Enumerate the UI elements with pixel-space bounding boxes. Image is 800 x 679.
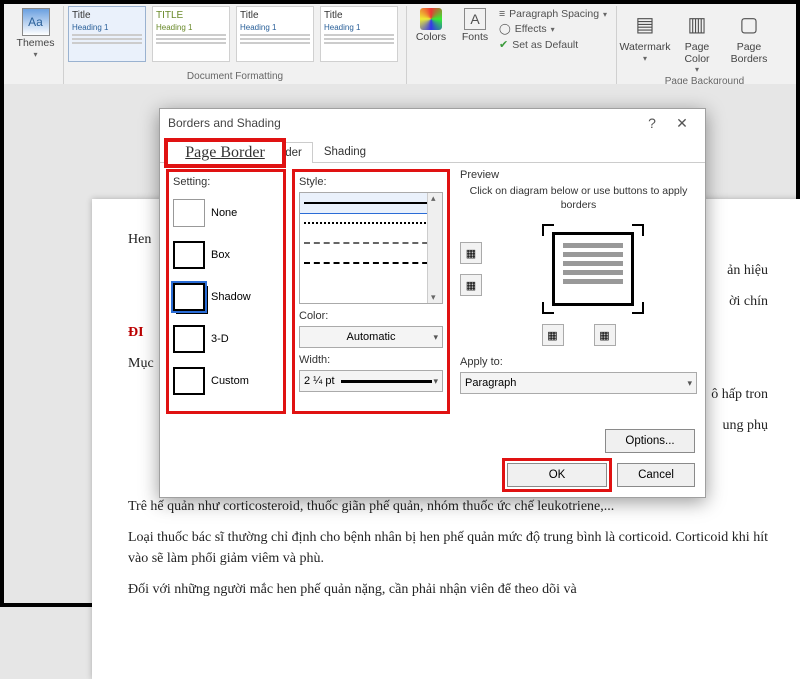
watermark-icon: ▤	[629, 8, 661, 40]
themes-label: Themes	[17, 38, 55, 50]
chevron-down-icon: ▾	[687, 378, 692, 389]
preview-label: Preview	[460, 169, 697, 181]
setting-none[interactable]: None	[173, 192, 279, 234]
chevron-down-icon: ▾	[33, 50, 37, 59]
chevron-down-icon: ▾	[433, 332, 438, 343]
page-borders-icon: ▢	[733, 8, 765, 40]
width-label: Width:	[299, 354, 443, 366]
setting-panel: Setting: None Box Shadow 3-D Custom	[166, 169, 286, 414]
close-button[interactable]: ✕	[667, 115, 697, 132]
set-as-default-button[interactable]: ✔ Set as Default	[499, 38, 607, 51]
themes-icon: Aa	[22, 8, 50, 36]
border-top-button[interactable]: ▦	[460, 242, 482, 264]
paragraph-spacing-menu[interactable]: ≡ Paragraph Spacing ▾	[499, 8, 607, 20]
cancel-button[interactable]: Cancel	[617, 463, 695, 487]
fonts-icon: A	[464, 8, 486, 30]
heading-red: ĐI	[128, 325, 144, 340]
ok-button[interactable]: OK	[507, 463, 607, 487]
setting-box[interactable]: Box	[173, 234, 279, 276]
setting-3d-icon	[173, 325, 205, 353]
paragraph-spacing-icon: ≡	[499, 8, 505, 20]
color-combo[interactable]: Automatic ▾	[299, 326, 443, 348]
setting-shadow[interactable]: Shadow	[173, 276, 279, 318]
options-button[interactable]: Options...	[605, 429, 695, 453]
page-color-icon: ▥	[681, 8, 713, 40]
page-color-button[interactable]: ▥ Page Color ▾	[673, 6, 721, 74]
chevron-down-icon: ▾	[603, 10, 607, 19]
border-right-button[interactable]: ▦	[594, 324, 616, 346]
setting-custom[interactable]: Custom	[173, 360, 279, 402]
width-combo[interactable]: 2 ¼ pt ▾	[299, 370, 443, 392]
preview-diagram[interactable]	[528, 224, 658, 314]
style-set-card[interactable]: Title Heading 1	[320, 6, 398, 62]
effects-icon: ◯	[499, 23, 511, 35]
dialog-titlebar[interactable]: Borders and Shading ? ✕	[160, 109, 705, 137]
colors-icon	[420, 8, 442, 30]
dialog-title: Borders and Shading	[168, 116, 281, 130]
chevron-down-icon: ▾	[551, 25, 555, 34]
themes-button[interactable]: Aa Themes ▾	[12, 6, 59, 82]
style-scrollbar[interactable]	[427, 193, 442, 303]
chevron-down-icon: ▾	[695, 65, 699, 74]
chevron-down-icon: ▾	[643, 54, 647, 63]
style-panel: Style: Color: Automatic ▾ Width: 2 ¼ pt …	[292, 169, 450, 414]
chevron-down-icon: ▾	[433, 376, 438, 387]
tab-shading[interactable]: Shading	[313, 141, 377, 162]
preview-panel: Preview Click on diagram below or use bu…	[460, 169, 697, 447]
style-set-card[interactable]: Title Heading 1	[236, 6, 314, 62]
border-bottom-button[interactable]: ▦	[460, 274, 482, 296]
style-set-card[interactable]: Title Heading 1	[68, 6, 146, 62]
setting-shadow-icon	[173, 283, 205, 311]
setting-custom-icon	[173, 367, 205, 395]
fonts-button[interactable]: A Fonts	[455, 6, 495, 82]
border-left-button[interactable]: ▦	[542, 324, 564, 346]
style-set-card[interactable]: TITLE Heading 1	[152, 6, 230, 62]
preview-hint: Click on diagram below or use buttons to…	[460, 185, 697, 212]
ribbon: Aa Themes ▾ Title Heading 1 TITLE Headin…	[4, 4, 796, 84]
check-icon: ✔	[499, 38, 508, 51]
setting-none-icon	[173, 199, 205, 227]
setting-box-icon	[173, 241, 205, 269]
group-label-doc-formatting: Document Formatting	[68, 69, 402, 82]
effects-menu[interactable]: ◯ Effects ▾	[499, 23, 607, 35]
color-label: Color:	[299, 310, 443, 322]
setting-3d[interactable]: 3-D	[173, 318, 279, 360]
apply-to-label: Apply to:	[460, 356, 697, 368]
style-label: Style:	[299, 176, 443, 188]
watermark-button[interactable]: ▤ Watermark ▾	[621, 6, 669, 74]
apply-to-combo[interactable]: Paragraph ▾	[460, 372, 697, 394]
page-border-tab-highlight: Page Border	[164, 138, 286, 168]
page-borders-button[interactable]: ▢ Page Borders	[725, 6, 773, 74]
help-button[interactable]: ?	[637, 115, 667, 131]
colors-button[interactable]: Colors	[411, 6, 451, 82]
setting-label: Setting:	[173, 176, 279, 188]
style-list[interactable]	[299, 192, 443, 304]
